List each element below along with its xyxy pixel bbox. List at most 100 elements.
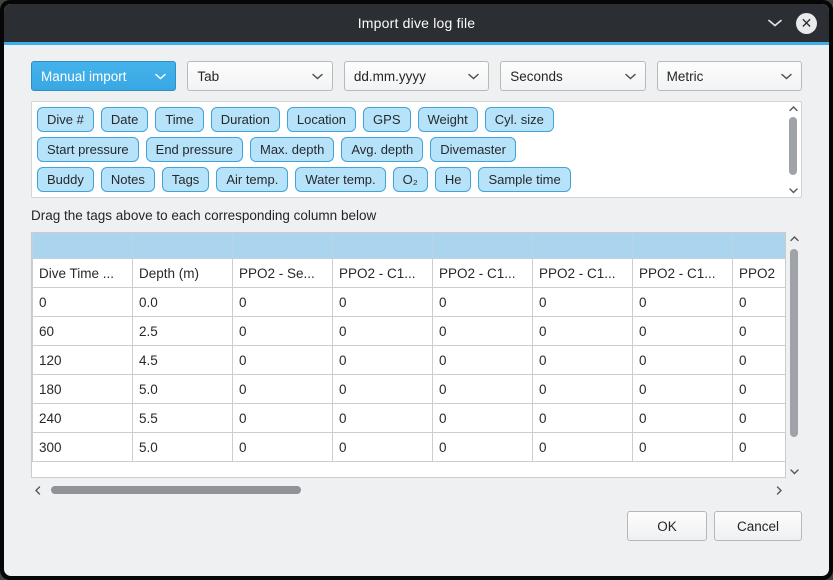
- chevron-down-icon: [468, 73, 479, 80]
- duration-format-combo[interactable]: Seconds: [500, 61, 645, 91]
- scroll-up-icon[interactable]: [789, 102, 798, 115]
- table-cell: 5.0: [133, 375, 233, 404]
- table-row: 2405.5000000: [33, 404, 787, 433]
- tag-pill[interactable]: Sample CNS: [349, 197, 444, 198]
- scroll-left-icon[interactable]: [31, 486, 45, 495]
- tag-pill[interactable]: End pressure: [146, 137, 243, 162]
- tag-pill[interactable]: Divemaster: [430, 137, 516, 162]
- tag-pill[interactable]: Notes: [101, 167, 155, 192]
- table-cell: 0: [333, 404, 433, 433]
- chevron-down-icon: [155, 73, 166, 80]
- tag-pill[interactable]: Dive #: [37, 107, 94, 132]
- tag-pill[interactable]: Time: [155, 107, 203, 132]
- tag-pill[interactable]: Avg. depth: [341, 137, 423, 162]
- column-drop-target[interactable]: [233, 234, 333, 259]
- column-header: Dive Time ...: [33, 259, 133, 288]
- table-row: 1204.5000000: [33, 346, 787, 375]
- combo-value: Metric: [667, 69, 781, 84]
- scroll-down-icon[interactable]: [789, 184, 798, 197]
- scroll-down-icon[interactable]: [790, 465, 799, 478]
- import-type-combo[interactable]: Manual import: [31, 61, 176, 91]
- column-header: Depth (m): [133, 259, 233, 288]
- column-drop-target[interactable]: [433, 234, 533, 259]
- tag-pill[interactable]: Tags: [162, 167, 209, 192]
- table-cell: 0: [633, 317, 733, 346]
- chevron-down-icon: [625, 73, 636, 80]
- field-separator-combo[interactable]: Tab: [187, 61, 332, 91]
- tag-pill[interactable]: GPS: [363, 107, 410, 132]
- scrollbar-thumb[interactable]: [789, 117, 797, 175]
- column-drop-target[interactable]: [533, 234, 633, 259]
- titlebar[interactable]: Import dive log file ✕: [4, 4, 829, 42]
- table-body: 00.0000000602.50000001204.50000001805.00…: [33, 288, 787, 462]
- table-cell: 240: [33, 404, 133, 433]
- table-header-row: Dive Time ...Depth (m)PPO2 - Se...PPO2 -…: [33, 259, 787, 288]
- scroll-up-icon[interactable]: [790, 232, 799, 245]
- close-icon[interactable]: ✕: [796, 13, 817, 34]
- tags-scrollbar[interactable]: [785, 102, 801, 197]
- tag-pill[interactable]: Max. depth: [250, 137, 334, 162]
- scroll-right-icon[interactable]: [772, 486, 786, 495]
- table-cell: 0.0: [133, 288, 233, 317]
- scrollbar-track[interactable]: [786, 245, 802, 465]
- preview-table-area: Dive Time ...Depth (m)PPO2 - Se...PPO2 -…: [31, 232, 802, 478]
- date-format-combo[interactable]: dd.mm.yyyy: [344, 61, 489, 91]
- scrollbar-thumb[interactable]: [51, 486, 301, 494]
- tag-pill[interactable]: Date: [101, 107, 148, 132]
- preview-table: Dive Time ...Depth (m)PPO2 - Se...PPO2 -…: [32, 233, 786, 462]
- tag-pill[interactable]: Sample temp.: [144, 197, 244, 198]
- chevron-down-icon: [312, 73, 323, 80]
- table-cell: 0: [733, 404, 787, 433]
- scrollbar-track[interactable]: [785, 115, 801, 184]
- table-cell: 0: [433, 288, 533, 317]
- tag-pill[interactable]: O₂: [393, 167, 428, 192]
- window-frame: Import dive log file ✕ Manual import Tab: [0, 0, 833, 580]
- table-cell: 0: [233, 346, 333, 375]
- titlebar-buttons: ✕: [768, 13, 829, 34]
- table-cell: 0: [633, 288, 733, 317]
- tag-pill[interactable]: Water temp.: [295, 167, 385, 192]
- table-cell: 0: [533, 375, 633, 404]
- table-cell: 0: [633, 404, 733, 433]
- chevron-down-icon: [781, 73, 792, 80]
- column-drop-target[interactable]: [633, 234, 733, 259]
- table-cell: 0: [333, 346, 433, 375]
- table-cell: 0: [233, 404, 333, 433]
- table-vertical-scrollbar[interactable]: [786, 232, 802, 478]
- column-header: PPO2 - Se...: [233, 259, 333, 288]
- tag-pill[interactable]: Location: [287, 107, 356, 132]
- combo-value: Tab: [197, 69, 311, 84]
- preview-table-clip: Dive Time ...Depth (m)PPO2 - Se...PPO2 -…: [31, 232, 786, 478]
- tag-pill[interactable]: Sample depth: [37, 197, 137, 198]
- column-drop-target[interactable]: [33, 234, 133, 259]
- units-combo[interactable]: Metric: [657, 61, 802, 91]
- ok-button[interactable]: OK: [627, 511, 707, 541]
- tag-pill[interactable]: Buddy: [37, 167, 94, 192]
- column-drop-target[interactable]: [133, 234, 233, 259]
- table-cell: 0: [233, 288, 333, 317]
- tag-pill[interactable]: He: [435, 167, 472, 192]
- scrollbar-track[interactable]: [45, 482, 772, 498]
- tag-list-panel: Dive # Date Time Duration Location GPS Weight C…: [31, 101, 802, 198]
- table-cell: 0: [733, 317, 787, 346]
- table-horizontal-scrollbar[interactable]: [31, 482, 786, 498]
- chevron-down-icon[interactable]: [768, 19, 782, 27]
- tag-pill[interactable]: Air temp.: [216, 167, 288, 192]
- column-drop-target[interactable]: [333, 234, 433, 259]
- tag-pill[interactable]: Start pressure: [37, 137, 139, 162]
- table-cell: 0: [433, 404, 533, 433]
- cancel-button[interactable]: Cancel: [714, 511, 802, 541]
- table-cell: 0: [633, 375, 733, 404]
- tag-pill[interactable]: Sample pO₂: [251, 197, 341, 198]
- table-cell: 0: [433, 346, 533, 375]
- table-row: 1805.0000000: [33, 375, 787, 404]
- table-cell: 0: [333, 317, 433, 346]
- tag-pill[interactable]: Weight: [418, 107, 478, 132]
- table-cell: 0: [733, 288, 787, 317]
- scrollbar-thumb[interactable]: [790, 249, 798, 437]
- tag-pill[interactable]: Cyl. size: [485, 107, 554, 132]
- tag-row: Buddy Notes Tags Air temp. Water temp. O₂ HeSa…: [37, 167, 779, 192]
- tag-pill[interactable]: Sample time: [478, 167, 570, 192]
- tag-pill[interactable]: Duration: [211, 107, 280, 132]
- column-drop-target[interactable]: [733, 234, 787, 259]
